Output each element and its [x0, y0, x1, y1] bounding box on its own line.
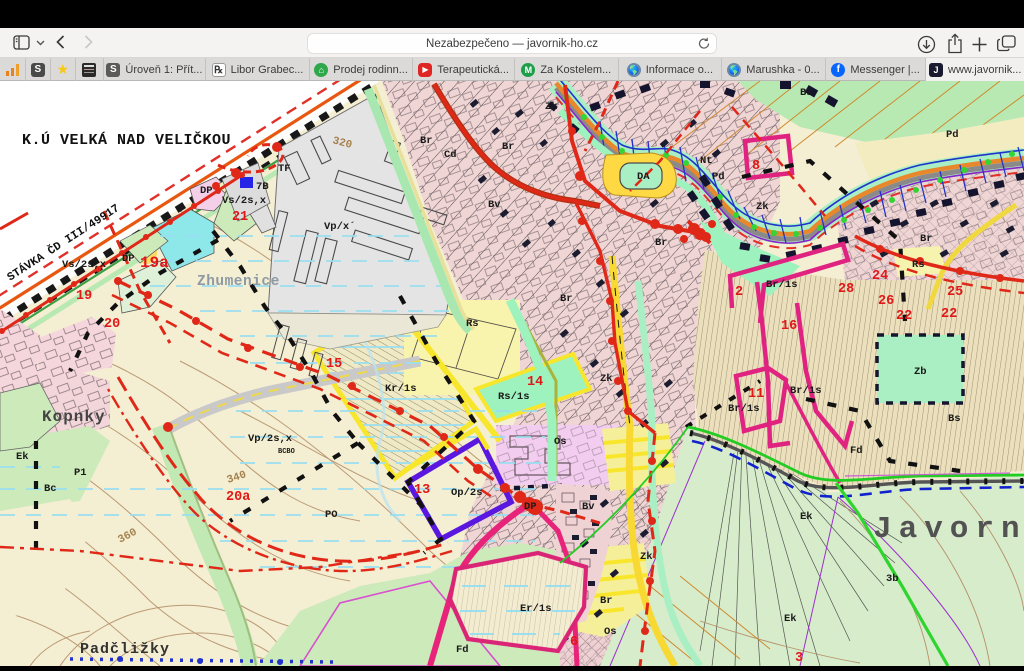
svg-text:20a: 20a: [226, 490, 250, 505]
svg-text:Br/1s: Br/1s: [766, 279, 798, 291]
svg-text:Os: Os: [554, 436, 567, 448]
svg-text:Padčližky: Padčližky: [80, 641, 170, 658]
svg-text:Br: Br: [655, 237, 668, 249]
svg-text:8: 8: [752, 159, 760, 174]
svg-text:DP: DP: [122, 253, 135, 265]
svg-text:Kopnky: Kopnky: [42, 408, 106, 426]
svg-text:11: 11: [748, 387, 764, 402]
svg-text:22: 22: [896, 309, 912, 324]
svg-text:Pd: Pd: [712, 171, 725, 183]
svg-text:Br: Br: [502, 141, 515, 153]
svg-text:Os: Os: [604, 626, 617, 638]
svg-text:13: 13: [414, 483, 430, 498]
svg-text:2: 2: [735, 285, 743, 300]
svg-text:P1: P1: [74, 467, 87, 479]
svg-text:Bv: Bv: [488, 199, 501, 211]
svg-text:TF: TF: [278, 163, 291, 175]
svg-text:DP: DP: [524, 501, 537, 513]
svg-text:Br: Br: [560, 293, 573, 305]
svg-text:Br: Br: [920, 233, 933, 245]
svg-text:Rs: Rs: [912, 259, 925, 271]
svg-text:7B: 7B: [256, 181, 269, 193]
svg-text:Vp/2s,x: Vp/2s,x: [248, 433, 293, 445]
svg-text:24: 24: [872, 269, 888, 284]
svg-text:Fd: Fd: [456, 644, 469, 656]
svg-text:PO: PO: [325, 509, 338, 521]
svg-text:21: 21: [232, 210, 248, 225]
svg-text:25: 25: [947, 285, 963, 300]
svg-text:Zk: Zk: [640, 551, 653, 563]
svg-text:Zk: Zk: [600, 373, 613, 385]
svg-text:Nt: Nt: [700, 155, 713, 167]
svg-text:3: 3: [795, 651, 803, 666]
svg-text:Bv: Bv: [582, 501, 595, 513]
svg-text:19: 19: [76, 289, 92, 304]
svg-text:Vs/2s,x: Vs/2s,x: [222, 195, 267, 207]
svg-text:Br: Br: [420, 135, 433, 147]
svg-text:Pd: Pd: [946, 129, 959, 141]
svg-text:Javorn: Javorn: [873, 512, 1024, 547]
svg-text:Zk: Zk: [756, 201, 769, 213]
svg-text:Zb: Zb: [914, 366, 927, 378]
svg-text:DP: DP: [200, 185, 213, 197]
svg-text:19a: 19a: [140, 254, 169, 272]
svg-text:22: 22: [941, 307, 957, 322]
svg-text:15: 15: [326, 357, 342, 372]
svg-text:Vs/2s,x: Vs/2s,x: [62, 259, 107, 271]
svg-text:Br/1s: Br/1s: [728, 403, 760, 415]
svg-text:Ek: Ek: [16, 451, 29, 463]
svg-text:Zhumenice: Zhumenice: [197, 274, 280, 290]
svg-text:Ek: Ek: [800, 511, 813, 523]
svg-text:Rs: Rs: [466, 318, 479, 330]
svg-text:16: 16: [781, 319, 797, 334]
svg-text:Bs: Bs: [800, 87, 813, 99]
svg-text:Rs/1s: Rs/1s: [498, 391, 530, 403]
svg-text:Er/1s: Er/1s: [520, 603, 552, 615]
svg-text:Fd: Fd: [850, 445, 863, 457]
svg-text:K.Ú VELKÁ NAD VELIČKOU: K.Ú VELKÁ NAD VELIČKOU: [22, 131, 231, 149]
svg-text:Bc: Bc: [44, 483, 57, 495]
svg-text:14: 14: [527, 375, 543, 390]
svg-text:Vp/x´: Vp/x´: [324, 221, 356, 233]
svg-text:6: 6: [570, 635, 578, 650]
svg-text:Bs: Bs: [948, 413, 961, 425]
svg-text:3b: 3b: [886, 573, 899, 585]
svg-text:Zk: Zk: [545, 101, 558, 113]
svg-text:Op/2s: Op/2s: [451, 487, 483, 499]
svg-text:Br/1s: Br/1s: [790, 385, 822, 397]
svg-text:DA: DA: [637, 171, 650, 183]
svg-text:Br: Br: [600, 595, 613, 607]
svg-text:Cd: Cd: [444, 149, 457, 161]
svg-text:28: 28: [838, 282, 854, 297]
svg-text:BCBO: BCBO: [278, 448, 295, 456]
svg-text:Ek: Ek: [784, 613, 797, 625]
svg-text:26: 26: [878, 294, 894, 309]
svg-text:Kr/1s: Kr/1s: [385, 383, 417, 395]
svg-text:20: 20: [104, 317, 120, 332]
